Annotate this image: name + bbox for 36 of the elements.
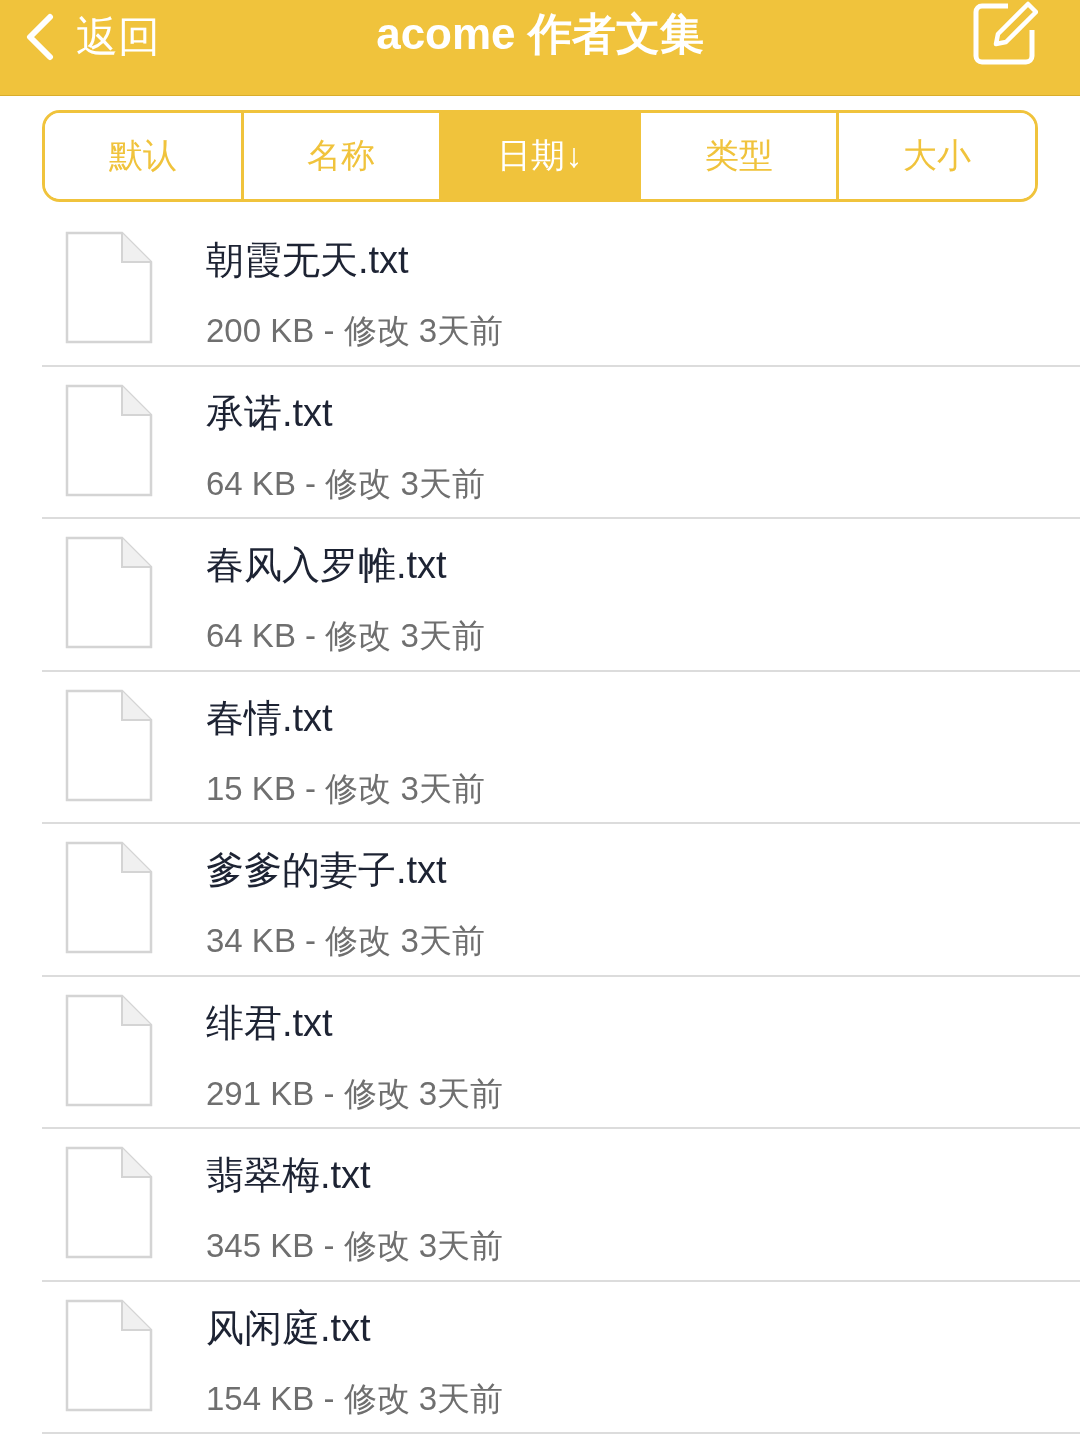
file-details: 64 KB - 修改 3天前 — [206, 463, 485, 504]
document-icon — [64, 840, 154, 956]
compose-button[interactable] — [972, 0, 1038, 66]
file-row[interactable]: 春情.txt 15 KB - 修改 3天前 — [42, 671, 1080, 824]
chevron-left-icon — [24, 12, 54, 61]
file-details: 345 KB - 修改 3天前 — [206, 1226, 504, 1266]
document-icon — [64, 535, 154, 651]
file-details: 15 KB - 修改 3天前 — [206, 768, 485, 809]
file-name: 爹爹的妻子.txt — [206, 848, 448, 893]
file-row[interactable]: 绯君.txt 291 KB - 修改 3天前 — [42, 976, 1080, 1129]
file-details: 34 KB - 修改 3天前 — [206, 921, 485, 961]
file-row[interactable]: 春风入罗帷.txt 64 KB - 修改 3天前 — [42, 519, 1080, 672]
page-title: acome 作者文集 — [376, 8, 704, 60]
file-details: 291 KB - 修改 3天前 — [206, 1073, 504, 1114]
file-row[interactable]: 爹爹的妻子.txt 34 KB - 修改 3天前 — [42, 824, 1080, 977]
file-name: 春风入罗帷.txt — [206, 543, 448, 588]
file-row[interactable]: 承诺.txt 64 KB - 修改 3天前 — [42, 366, 1080, 519]
file-details: 64 KB - 修改 3天前 — [206, 616, 485, 656]
file-row[interactable]: 朝霞无天.txt 200 KB - 修改 3天前 — [42, 214, 1080, 367]
document-icon — [64, 992, 154, 1109]
file-details: 200 KB - 修改 3天前 — [206, 311, 504, 351]
file-details: 154 KB - 修改 3天前 — [206, 1378, 504, 1419]
edit-icon — [972, 0, 1038, 66]
document-icon — [64, 230, 154, 346]
file-name: 绯君.txt — [206, 1000, 334, 1046]
document-icon — [64, 1297, 154, 1414]
file-name: 翡翠梅.txt — [206, 1153, 372, 1198]
document-icon — [64, 382, 154, 499]
file-name: 承诺.txt — [206, 390, 334, 436]
file-name: 风闲庭.txt — [206, 1305, 372, 1351]
document-icon — [64, 687, 154, 804]
document-icon — [64, 1145, 154, 1261]
file-row[interactable]: 风闲庭.txt 154 KB - 修改 3天前 — [42, 1281, 1080, 1434]
file-row[interactable]: 翡翠梅.txt 345 KB - 修改 3天前 — [42, 1129, 1080, 1282]
file-name: 朝霞无天.txt — [206, 238, 410, 283]
file-name: 春情.txt — [206, 695, 334, 741]
